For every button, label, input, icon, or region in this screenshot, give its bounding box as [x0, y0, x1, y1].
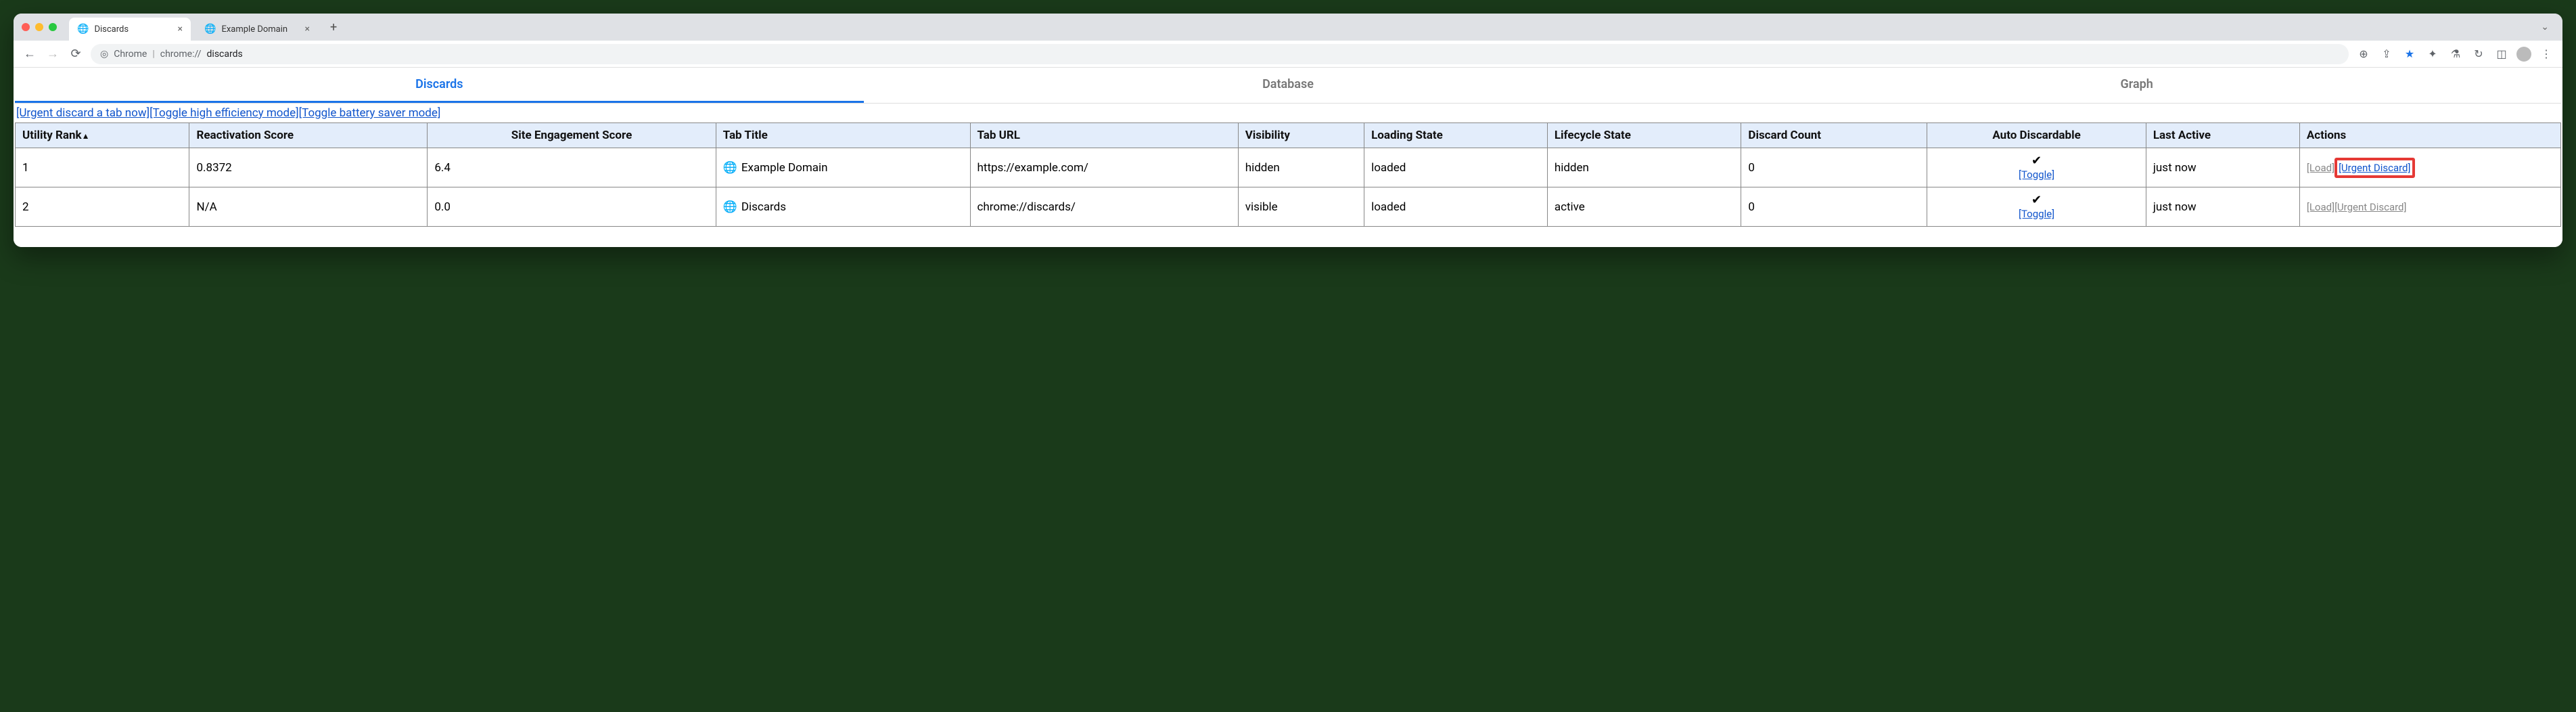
col-tab-title[interactable]: Tab Title — [716, 123, 970, 148]
minimize-window-button[interactable] — [35, 23, 43, 31]
labs-icon[interactable]: ⚗ — [2447, 47, 2464, 60]
browser-tab-discards[interactable]: 🌐 Discards × — [69, 18, 191, 41]
side-panel-icon[interactable]: ◫ — [2493, 47, 2510, 60]
browser-window: 🌐 Discards × 🌐 Example Domain × + ⌄ ← → … — [14, 14, 2562, 247]
forward-button[interactable]: → — [45, 47, 61, 61]
urgent-discard-now-link[interactable]: [Urgent discard a tab now] — [16, 106, 150, 120]
urgent-discard-action-link[interactable]: [Urgent Discard] — [2334, 201, 2406, 213]
cell-title: 🌐Example Domain — [716, 148, 970, 187]
globe-icon: 🌐 — [204, 24, 216, 35]
col-discard-count[interactable]: Discard Count — [1741, 123, 1927, 148]
titlebar: 🌐 Discards × 🌐 Example Domain × + ⌄ — [14, 14, 2562, 41]
cell-auto-discardable: ✔[Toggle] — [1927, 148, 2146, 187]
cell-discard-count: 0 — [1741, 148, 1927, 187]
page-tab-bar: Discards Database Graph — [15, 68, 2561, 104]
cell-loading: loaded — [1364, 148, 1548, 187]
col-actions[interactable]: Actions — [2299, 123, 2560, 148]
col-loading-state[interactable]: Loading State — [1364, 123, 1548, 148]
cell-lifecycle: hidden — [1547, 148, 1741, 187]
cell-last-active: just now — [2146, 148, 2299, 187]
tab-graph[interactable]: Graph — [1712, 68, 2561, 103]
toggle-battery-saver-link[interactable]: [Toggle battery saver mode] — [299, 106, 441, 120]
cell-url: https://example.com/ — [970, 148, 1238, 187]
tab-discards[interactable]: Discards — [15, 68, 864, 103]
back-button[interactable]: ← — [22, 47, 38, 61]
globe-icon: 🌐 — [723, 161, 737, 175]
address-path: discards — [207, 49, 243, 60]
col-last-active[interactable]: Last Active — [2146, 123, 2299, 148]
maximize-window-button[interactable] — [49, 23, 57, 31]
address-prefix: Chrome — [114, 49, 147, 60]
close-tab-icon[interactable]: × — [305, 24, 310, 35]
global-actions: [Urgent discard a tab now][Toggle high e… — [15, 104, 2561, 123]
page-content: Discards Database Graph [Urgent discard … — [14, 68, 2562, 247]
cell-discard-count: 0 — [1741, 187, 1927, 227]
profile-avatar[interactable] — [2516, 47, 2531, 62]
toggle-auto-discard-link[interactable]: [Toggle] — [2019, 169, 2054, 181]
extensions-icon[interactable]: ✦ — [2424, 47, 2441, 60]
close-window-button[interactable] — [22, 23, 30, 31]
menu-icon[interactable]: ⋮ — [2538, 47, 2554, 60]
sort-asc-icon: ▲ — [82, 131, 90, 141]
cell-engagement: 6.4 — [428, 148, 716, 187]
tab-title: Example Domain — [221, 24, 288, 35]
col-auto-discardable[interactable]: Auto Discardable — [1927, 123, 2146, 148]
reload-button[interactable]: ⟳ — [68, 47, 84, 61]
tab-title: Discards — [94, 24, 129, 35]
load-action-link[interactable]: [Load] — [2307, 201, 2334, 213]
toggle-high-efficiency-link[interactable]: [Toggle high efficiency mode] — [150, 106, 298, 120]
cell-reactivation: N/A — [189, 187, 428, 227]
discards-table: Utility Rank▲ Reactivation Score Site En… — [15, 123, 2561, 227]
cell-rank: 2 — [16, 187, 189, 227]
check-icon: ✔ — [1934, 193, 2139, 207]
window-controls — [22, 23, 57, 31]
col-visibility[interactable]: Visibility — [1238, 123, 1364, 148]
address-bar[interactable]: ◎ Chrome | chrome:// discards — [91, 44, 2349, 64]
cell-actions: [Load] [Urgent Discard] — [2299, 148, 2560, 187]
globe-icon: 🌐 — [77, 24, 89, 35]
cell-actions: [Load][Urgent Discard] — [2299, 187, 2560, 227]
urgent-discard-action-link[interactable]: [Urgent Discard] — [2339, 162, 2410, 174]
table-row: 10.83726.4🌐Example Domainhttps://example… — [16, 148, 2561, 187]
new-tab-button[interactable]: + — [323, 20, 344, 35]
toolbar: ← → ⟳ ◎ Chrome | chrome:// discards ⊕ ⇪ ★… — [14, 41, 2562, 68]
cell-visibility: hidden — [1238, 148, 1364, 187]
tab-database[interactable]: Database — [864, 68, 1713, 103]
col-site-engagement[interactable]: Site Engagement Score — [428, 123, 716, 148]
cell-rank: 1 — [16, 148, 189, 187]
load-action-link[interactable]: [Load] — [2307, 162, 2334, 174]
table-header-row: Utility Rank▲ Reactivation Score Site En… — [16, 123, 2561, 148]
cell-url: chrome://discards/ — [970, 187, 1238, 227]
close-tab-icon[interactable]: × — [178, 24, 183, 35]
col-reactivation-score[interactable]: Reactivation Score — [189, 123, 428, 148]
reload-tab-icon[interactable]: ↻ — [2470, 47, 2487, 60]
bookmark-star-icon[interactable]: ★ — [2401, 47, 2418, 60]
cell-reactivation: 0.8372 — [189, 148, 428, 187]
cell-visibility: visible — [1238, 187, 1364, 227]
site-info-icon[interactable]: ◎ — [100, 49, 108, 60]
col-utility-rank[interactable]: Utility Rank▲ — [16, 123, 189, 148]
address-separator: | — [152, 49, 154, 60]
cell-title: 🌐Discards — [716, 187, 970, 227]
browser-tab-example[interactable]: 🌐 Example Domain × — [196, 18, 318, 41]
cell-lifecycle: active — [1547, 187, 1741, 227]
highlight-box: [Urgent Discard] — [2334, 158, 2414, 178]
col-lifecycle-state[interactable]: Lifecycle State — [1547, 123, 1741, 148]
cell-loading: loaded — [1364, 187, 1548, 227]
cell-engagement: 0.0 — [428, 187, 716, 227]
col-tab-url[interactable]: Tab URL — [970, 123, 1238, 148]
cell-last-active: just now — [2146, 187, 2299, 227]
toggle-auto-discard-link[interactable]: [Toggle] — [2019, 208, 2054, 220]
check-icon: ✔ — [1934, 154, 2139, 168]
tabs-menu-button[interactable]: ⌄ — [2535, 22, 2554, 32]
share-icon[interactable]: ⇪ — [2378, 47, 2395, 60]
address-scheme: chrome:// — [160, 49, 202, 60]
zoom-icon[interactable]: ⊕ — [2355, 47, 2372, 60]
globe-icon: 🌐 — [723, 200, 737, 214]
cell-auto-discardable: ✔[Toggle] — [1927, 187, 2146, 227]
table-row: 2N/A0.0🌐Discardschrome://discards/visibl… — [16, 187, 2561, 227]
